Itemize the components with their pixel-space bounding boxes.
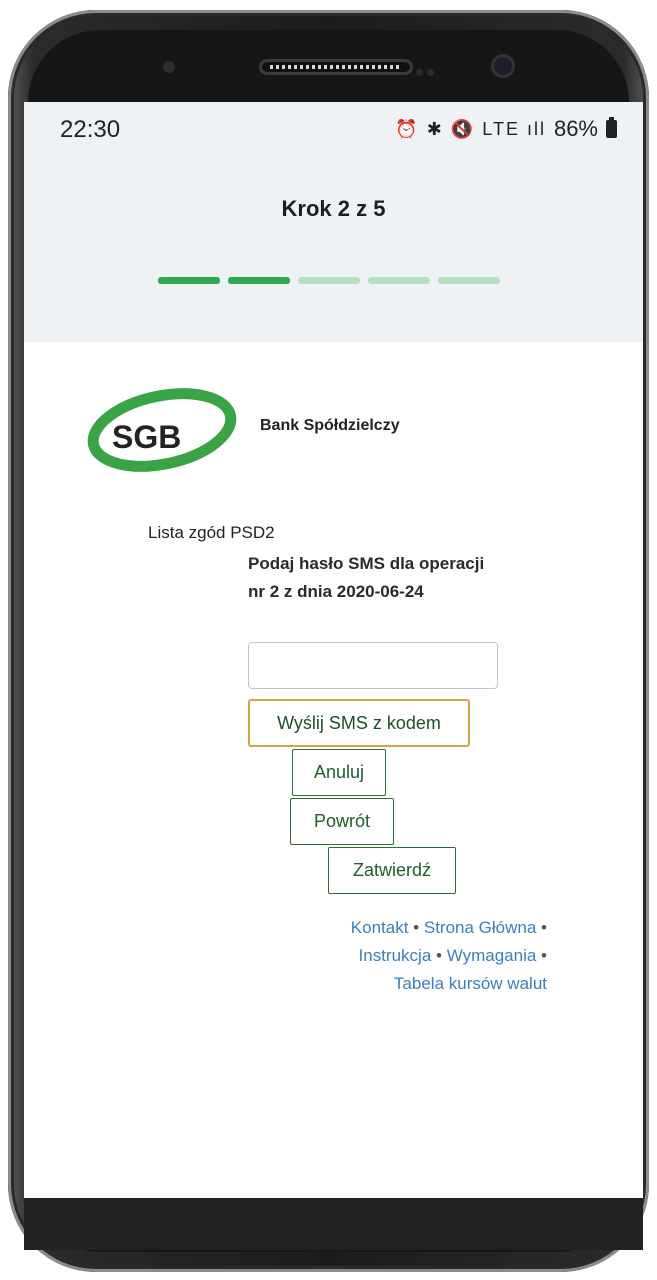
footer-links: Kontakt • Strona Główna • Instrukcja • W… [247, 914, 547, 998]
sms-prompt: Podaj hasło SMS dla operacji nr 2 z dnia… [248, 554, 485, 601]
sgb-logo: SGB [86, 384, 246, 479]
send-sms-button[interactable]: Wyślij SMS z kodem [248, 699, 470, 747]
step-progress [158, 277, 500, 284]
progress-segment-5 [438, 277, 500, 284]
separator: • [413, 918, 420, 937]
progress-segment-1 [158, 277, 220, 284]
confirm-button[interactable]: Zatwierdź [328, 847, 456, 894]
brand-name: Bank Spółdzielczy [260, 417, 400, 434]
progress-segment-3 [298, 277, 360, 284]
link-instrukcja[interactable]: Instrukcja [359, 946, 432, 965]
front-camera-icon [494, 57, 512, 75]
link-kontakt[interactable]: Kontakt [351, 918, 409, 937]
status-bar-right: ⏰ ✱ 🔇 LTE ıll 86% [395, 116, 617, 142]
link-strona-glowna[interactable]: Strona Główna [424, 918, 536, 937]
separator: • [541, 946, 547, 965]
status-time: 22:30 [60, 116, 121, 143]
screen: 22:30 ⏰ ✱ 🔇 LTE ıll 86% Krok 2 z 5 SGB B… [24, 102, 643, 1198]
separator: • [436, 946, 442, 965]
progress-segment-4 [368, 277, 430, 284]
separator: • [541, 918, 547, 937]
battery-percent: 86% [553, 116, 598, 141]
consent-list-title: Lista zgód PSD2 [148, 523, 275, 542]
navigation-bar [24, 1198, 643, 1250]
sensor-dots [416, 63, 440, 76]
earpiece-speaker [262, 62, 410, 72]
battery-icon [606, 117, 617, 138]
proximity-sensor [163, 61, 175, 73]
link-tabela-kursow[interactable]: Tabela kursów walut [394, 974, 547, 993]
status-icons: ⏰ ✱ 🔇 LTE ıll [395, 118, 546, 139]
back-button[interactable]: Powrót [290, 798, 394, 845]
header: 22:30 ⏰ ✱ 🔇 LTE ıll 86% Krok 2 z 5 [24, 102, 643, 342]
progress-segment-2 [228, 277, 290, 284]
cancel-button[interactable]: Anuluj [292, 749, 386, 796]
step-title: Krok 2 z 5 [281, 196, 386, 221]
logo-monogram: SGB [112, 419, 181, 455]
sms-code-input[interactable] [248, 642, 498, 689]
link-wymagania[interactable]: Wymagania [447, 946, 537, 965]
